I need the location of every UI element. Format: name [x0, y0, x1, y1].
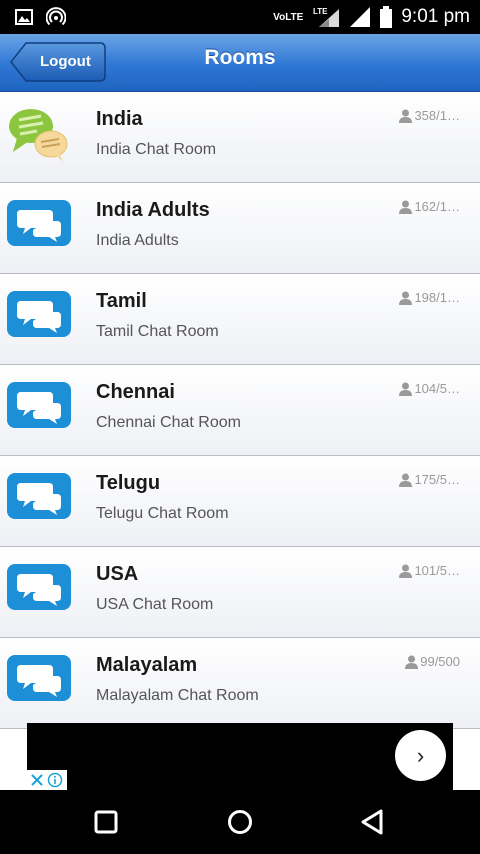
back-triangle-icon[interactable]	[357, 806, 389, 838]
chat-bubble-blue-icon	[7, 473, 71, 519]
room-item-tamil[interactable]: Tamil Tamil Chat Room 198/1…	[0, 274, 480, 365]
lte-label: LTE	[313, 7, 328, 16]
room-user-count: 162/1…	[399, 199, 460, 214]
status-bar: VoLTE LTE 9:01 pm	[0, 0, 480, 34]
room-name: Tamil	[96, 290, 147, 312]
room-description: India Chat Room	[96, 141, 217, 158]
system-nav-bar	[0, 790, 480, 854]
user-icon	[399, 109, 413, 123]
user-icon	[399, 382, 413, 396]
ad-banner[interactable]: ›	[27, 723, 453, 790]
room-item-india[interactable]: India India Chat Room 358/1…	[0, 92, 480, 183]
room-name: Telugu	[96, 472, 161, 494]
room-name: Chennai	[96, 381, 175, 403]
room-description: Telugu Chat Room	[96, 505, 229, 522]
image-notification-icon	[15, 9, 33, 25]
ad-next-button[interactable]: ›	[395, 730, 446, 781]
room-user-count: 99/500	[405, 654, 460, 669]
room-user-count-value: 358/1…	[414, 108, 460, 123]
ad-choices[interactable]	[27, 770, 67, 790]
volte-indicator: VoLTE	[273, 11, 304, 23]
room-item-telugu[interactable]: Telugu Telugu Chat Room 175/5…	[0, 456, 480, 547]
room-description: USA Chat Room	[96, 596, 214, 613]
lte-signal-icon: LTE	[313, 7, 340, 27]
room-user-count: 198/1…	[399, 290, 460, 305]
room-user-count-value: 162/1…	[414, 199, 460, 214]
app-header: Rooms Logout	[0, 34, 480, 92]
ad-info-icon[interactable]	[47, 772, 63, 788]
logout-button[interactable]: Logout	[10, 42, 106, 82]
room-description: India Adults	[96, 232, 179, 249]
chat-bubble-blue-icon	[7, 655, 71, 701]
room-name: Malayalam	[96, 654, 198, 676]
chat-bubble-blue-icon	[7, 564, 71, 610]
chat-bubble-blue-icon	[7, 200, 71, 246]
ad-close-icon[interactable]	[29, 772, 45, 788]
room-description: Chennai Chat Room	[96, 414, 241, 431]
room-description: Tamil Chat Room	[96, 323, 219, 340]
battery-icon	[380, 6, 393, 28]
signal-icon	[350, 7, 371, 27]
room-list: India India Chat Room 358/1… India Adult…	[0, 92, 480, 729]
room-user-count: 358/1…	[399, 108, 460, 123]
room-item-usa[interactable]: USA USA Chat Room 101/5…	[0, 547, 480, 638]
room-user-count-value: 101/5…	[414, 563, 460, 578]
clock: 9:01 pm	[401, 6, 470, 27]
room-user-count: 104/5…	[399, 381, 460, 396]
chat-bubble-blue-icon	[7, 291, 71, 337]
hotspot-icon	[46, 7, 66, 26]
room-user-count: 101/5…	[399, 563, 460, 578]
room-user-count-value: 198/1…	[414, 290, 460, 305]
recents-square-icon[interactable]	[90, 806, 122, 838]
user-icon	[399, 564, 413, 578]
user-icon	[399, 291, 413, 305]
chat-bubbles-green-icon	[9, 109, 68, 162]
chat-bubble-blue-icon	[7, 382, 71, 428]
room-description: Malayalam Chat Room	[96, 687, 259, 704]
room-item-india-adults[interactable]: India Adults India Adults 162/1…	[0, 183, 480, 274]
user-icon	[399, 200, 413, 214]
user-icon	[399, 473, 413, 487]
app-screen: VoLTE LTE 9:01 pm Rooms Logout India Ind…	[0, 0, 480, 854]
home-circle-icon[interactable]	[224, 806, 256, 838]
user-icon	[405, 655, 419, 669]
room-user-count: 175/5…	[399, 472, 460, 487]
room-name: India	[96, 108, 143, 130]
room-name: USA	[96, 563, 139, 585]
logout-label: Logout	[40, 53, 91, 70]
chevron-right-icon: ›	[416, 743, 425, 768]
room-item-malayalam[interactable]: Malayalam Malayalam Chat Room 99/500	[0, 638, 480, 729]
room-name: India Adults	[96, 199, 210, 221]
room-user-count-value: 175/5…	[414, 472, 460, 487]
room-user-count-value: 99/500	[420, 654, 460, 669]
room-user-count-value: 104/5…	[414, 381, 460, 396]
room-item-chennai[interactable]: Chennai Chennai Chat Room 104/5…	[0, 365, 480, 456]
